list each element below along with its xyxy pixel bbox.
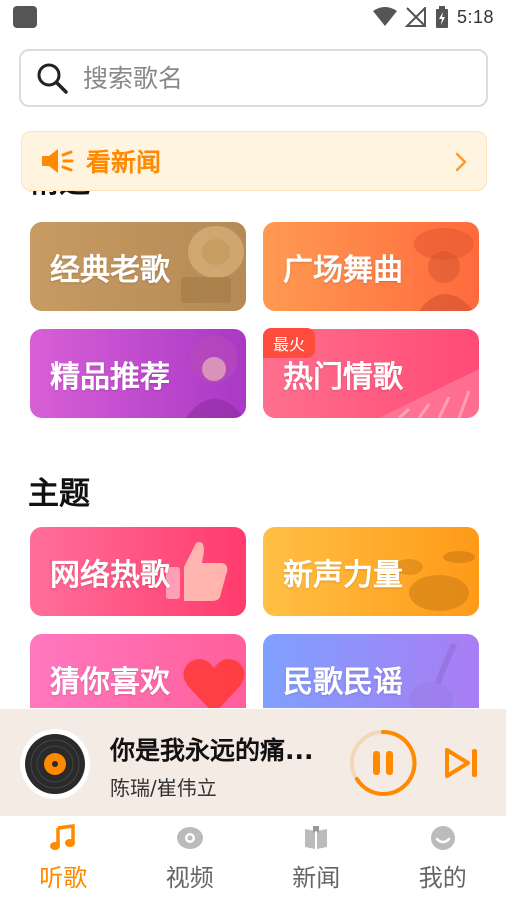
hot-badge: 最火 bbox=[263, 328, 316, 358]
nav-label: 视频 bbox=[165, 864, 214, 892]
search-icon bbox=[37, 63, 68, 94]
album-disc-icon[interactable] bbox=[20, 729, 90, 799]
news-book-icon bbox=[305, 826, 328, 849]
tile-square-dance[interactable]: 广场舞曲 bbox=[263, 222, 479, 311]
tile-label: 猜你喜欢 bbox=[50, 664, 170, 700]
tile-label: 经典老歌 bbox=[50, 252, 170, 288]
tile-new-voices[interactable]: 新声力量 bbox=[263, 527, 479, 616]
news-banner-label: 看新闻 bbox=[86, 148, 162, 177]
tile-guess-you-like[interactable]: 猜你喜欢 bbox=[30, 634, 246, 708]
nav-video[interactable]: 视频 bbox=[127, 816, 254, 900]
chevron-right-icon bbox=[455, 152, 467, 172]
tile-label: 精品推荐 bbox=[50, 359, 170, 395]
search-box[interactable] bbox=[19, 49, 488, 107]
tile-label: 广场舞曲 bbox=[283, 252, 403, 288]
tile-folk-songs[interactable]: 民歌民谣 bbox=[263, 634, 479, 708]
tile-label: 新声力量 bbox=[283, 557, 403, 593]
nav-label: 听歌 bbox=[39, 864, 88, 892]
tile-label: 民歌民谣 bbox=[283, 664, 403, 700]
music-note-icon bbox=[50, 824, 76, 850]
wifi-icon bbox=[372, 7, 397, 26]
speaker-icon bbox=[42, 149, 74, 173]
smiley-profile-icon bbox=[430, 826, 455, 850]
search-input[interactable] bbox=[83, 63, 463, 93]
tile-recommended[interactable]: 精品推荐 bbox=[30, 329, 246, 418]
battery-charging-icon bbox=[435, 6, 448, 28]
nav-label: 新闻 bbox=[292, 864, 341, 892]
next-track-button[interactable] bbox=[444, 747, 480, 779]
status-time: 5:18 bbox=[456, 6, 494, 27]
nav-news[interactable]: 新闻 bbox=[253, 816, 380, 900]
status-icons: 5:18 bbox=[372, 5, 494, 29]
status-bar: 5:18 bbox=[0, 0, 506, 34]
pause-button[interactable] bbox=[349, 729, 417, 797]
mini-player[interactable]: 你是我永远的痛... 陈瑞/崔伟立 bbox=[0, 709, 506, 816]
song-artist: 陈瑞/崔伟立 bbox=[110, 776, 217, 800]
no-signal-icon bbox=[404, 7, 426, 27]
song-title: 你是我永远的痛... bbox=[110, 736, 314, 765]
news-banner[interactable]: 看新闻 bbox=[21, 131, 487, 191]
nav-label: 我的 bbox=[418, 864, 467, 892]
tile-web-hits[interactable]: 网络热歌 bbox=[30, 527, 246, 616]
tile-classic-songs[interactable]: 经典老歌 bbox=[30, 222, 246, 311]
app-notification-icon bbox=[13, 6, 37, 28]
bottom-nav: 听歌 视频 新闻 我的 bbox=[0, 816, 506, 900]
nav-profile[interactable]: 我的 bbox=[380, 816, 506, 900]
video-icon bbox=[176, 827, 203, 849]
nav-listen[interactable]: 听歌 bbox=[0, 816, 127, 900]
section-title-themes: 主题 bbox=[28, 476, 90, 512]
content-scroll[interactable]: 精选 经典老歌 广场舞曲 精品推荐 热门情歌 最火 主题 bbox=[0, 118, 506, 708]
tile-label: 网络热歌 bbox=[50, 557, 170, 593]
